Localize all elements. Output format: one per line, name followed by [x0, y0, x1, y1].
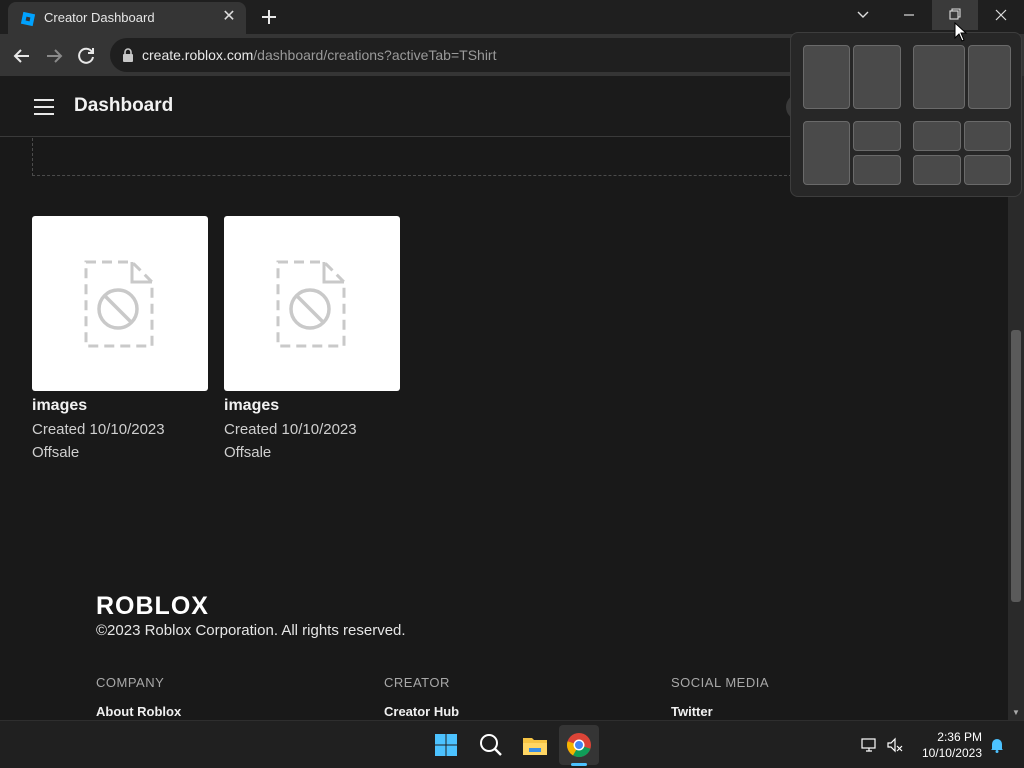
creation-thumbnail[interactable]	[32, 216, 208, 391]
broken-image-icon	[84, 260, 154, 348]
copyright-text: ©2023 Roblox Corporation. All rights res…	[96, 622, 406, 639]
creation-status: Offsale	[224, 444, 272, 461]
footer-link-about[interactable]: About Roblox	[96, 704, 181, 719]
creation-card[interactable]: images Created 10/10/2023 Offsale	[224, 216, 400, 461]
footer-link-twitter[interactable]: Twitter	[671, 704, 769, 719]
scrollbar-thumb[interactable]	[1011, 330, 1021, 602]
footer-heading: SOCIAL MEDIA	[671, 675, 769, 690]
url-path: /dashboard/creations?activeTab=TShirt	[253, 47, 497, 63]
snap-zone[interactable]	[913, 45, 965, 109]
snap-zone[interactable]	[853, 121, 901, 151]
snap-zone[interactable]	[853, 155, 901, 185]
snap-zone[interactable]	[968, 45, 1011, 109]
creation-status: Offsale	[32, 444, 80, 461]
snap-zone[interactable]	[803, 121, 850, 185]
windows-taskbar: 2:36 PM 10/10/2023	[0, 720, 1024, 768]
browser-tab-bar: Creator Dashboard ✕	[0, 0, 1024, 34]
snap-zone[interactable]	[913, 121, 961, 151]
creation-date: Created 10/10/2023	[224, 421, 357, 438]
network-icon[interactable]	[861, 736, 879, 754]
new-tab-icon[interactable]	[258, 6, 280, 28]
creation-name[interactable]: images	[32, 397, 208, 415]
menu-icon[interactable]	[34, 99, 54, 115]
creation-card[interactable]: images Created 10/10/2023 Offsale	[32, 216, 208, 461]
minimize-icon[interactable]	[886, 0, 932, 30]
mouse-cursor-icon	[954, 22, 968, 42]
snap-zone[interactable]	[964, 121, 1011, 151]
close-tab-icon[interactable]: ✕	[220, 8, 238, 26]
system-clock[interactable]: 2:36 PM 10/10/2023	[922, 729, 982, 761]
tab-title: Creator Dashboard	[44, 10, 155, 25]
notification-bell-icon[interactable]	[988, 736, 1006, 754]
snap-zone[interactable]	[964, 155, 1011, 185]
footer-heading: COMPANY	[96, 675, 165, 690]
footer-heading: CREATOR	[384, 675, 450, 690]
browser-tab[interactable]: Creator Dashboard ✕	[8, 2, 246, 34]
creation-date: Created 10/10/2023	[32, 421, 165, 438]
file-explorer-icon[interactable]	[519, 729, 551, 761]
broken-image-icon	[276, 260, 346, 348]
volume-muted-icon[interactable]	[886, 736, 904, 754]
snap-zone[interactable]	[913, 155, 961, 185]
reload-icon[interactable]	[74, 44, 98, 68]
search-icon[interactable]	[475, 729, 507, 761]
roblox-studio-icon	[20, 11, 36, 27]
creation-name[interactable]: images	[224, 397, 400, 415]
tab-search-icon[interactable]	[840, 0, 886, 30]
footer-link-creator-hub[interactable]: Creator Hub	[384, 704, 459, 719]
page-title: Dashboard	[74, 95, 174, 116]
footer-column-creator: CREATOR Creator Hub	[384, 675, 459, 719]
snap-zone[interactable]	[803, 45, 850, 109]
clock-time: 2:36 PM	[937, 730, 982, 744]
lock-icon[interactable]	[122, 48, 134, 62]
clock-date: 10/10/2023	[921, 746, 982, 760]
url-host: create.roblox.com	[142, 47, 254, 63]
upload-dropzone[interactable]	[32, 138, 812, 176]
creation-thumbnail[interactable]	[224, 216, 400, 391]
back-icon[interactable]	[10, 44, 34, 68]
close-window-icon[interactable]	[978, 0, 1024, 30]
snap-layouts-flyout	[790, 32, 1022, 197]
forward-icon[interactable]	[42, 44, 66, 68]
snap-zone[interactable]	[853, 45, 901, 109]
chrome-icon[interactable]	[563, 729, 595, 761]
url-text[interactable]: create.roblox.com/dashboard/creations?ac…	[142, 47, 496, 63]
scroll-down-arrow-icon[interactable]: ▼	[1011, 708, 1021, 718]
windows-start-icon[interactable]	[430, 729, 462, 761]
roblox-logo[interactable]: ROBLOX	[96, 592, 209, 621]
footer-column-social: SOCIAL MEDIA Twitter	[671, 675, 769, 719]
footer-column-company: COMPANY About Roblox	[96, 675, 181, 719]
address-bar[interactable]: create.roblox.com/dashboard/creations?ac…	[110, 38, 810, 72]
running-app-indicator	[571, 763, 587, 766]
